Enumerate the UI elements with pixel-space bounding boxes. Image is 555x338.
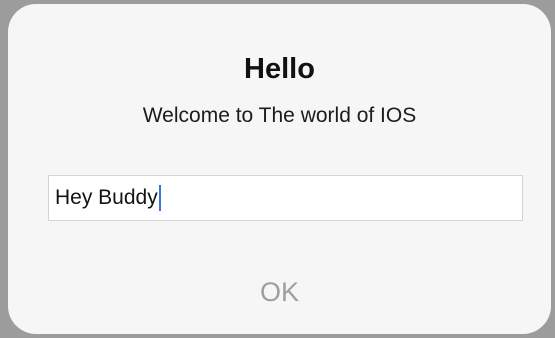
alert-dialog: Hello Welcome to The world of IOS Hey Bu… [8,4,551,334]
dimmed-backdrop: Hello Welcome to The world of IOS Hey Bu… [0,0,555,338]
alert-message: Welcome to The world of IOS [142,104,417,127]
alert-text-field[interactable]: Hey Buddy [48,175,523,221]
text-cursor [158,185,161,211]
text-field-value: Hey Buddy [55,186,158,209]
button-separator [8,248,551,249]
alert-title: Hello [244,53,315,85]
ok-button[interactable]: OK [8,250,551,334]
